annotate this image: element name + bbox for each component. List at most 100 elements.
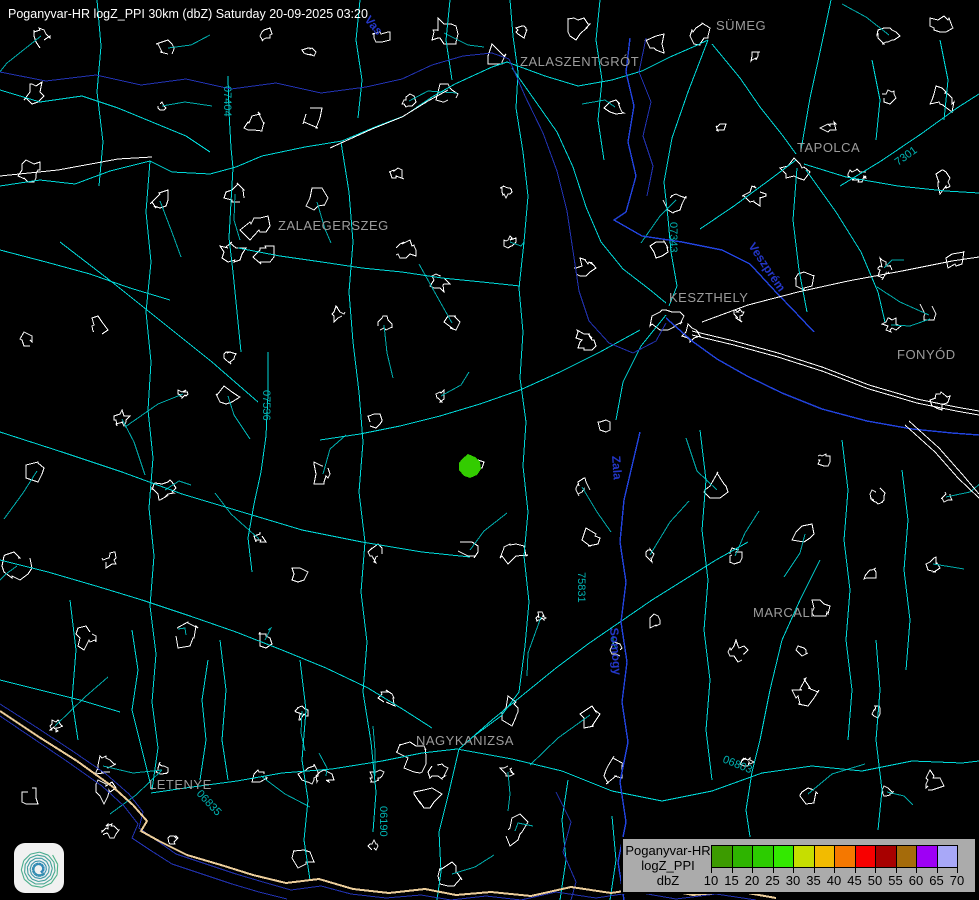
settlement-outline [150, 190, 168, 208]
road-number-label: 06190 [377, 806, 389, 837]
minor-road [933, 564, 964, 569]
city-outline [812, 600, 830, 616]
minor-road [444, 33, 484, 47]
minor-road [582, 487, 611, 532]
settlement-outline [114, 410, 130, 426]
minor-road [323, 435, 346, 474]
settlement-outline [96, 756, 116, 774]
legend-product: logZ_PPI [625, 858, 711, 873]
settlement-outline [254, 532, 266, 542]
legend-color-cell [896, 845, 918, 868]
legend-tick-label: 65 [926, 873, 948, 888]
settlement-outline [92, 316, 108, 334]
settlement-outline [26, 462, 44, 482]
settlement-outline [574, 258, 596, 276]
county-label: Somogy [607, 627, 624, 676]
settlement-outline [882, 90, 896, 104]
legend-color-cell [937, 845, 959, 868]
settlement-outline [650, 614, 660, 628]
legend-tick-label: 15 [721, 873, 743, 888]
settlement-outline [292, 568, 308, 582]
legend-tick-label: 30 [782, 873, 804, 888]
spiral-segment [35, 861, 40, 862]
city-label: SÜMEG [716, 18, 766, 33]
spiral-segment [57, 864, 58, 875]
minor-road [103, 766, 162, 773]
settlement-outline [436, 390, 444, 402]
city-outline [240, 216, 270, 240]
settlement-outline [316, 770, 334, 782]
settlement-outline [882, 786, 893, 796]
settlement-outline [224, 183, 244, 202]
settlement-outline [598, 420, 610, 432]
settlement-outline [102, 552, 116, 568]
spiral-segment [33, 870, 34, 873]
legend-tick-label: 20 [741, 873, 763, 888]
legend-tick-label: 50 [864, 873, 886, 888]
minor-road [178, 628, 186, 635]
settlement-outline [156, 40, 174, 54]
legend-color-cell [773, 845, 795, 868]
settlement-outline [576, 478, 590, 496]
minor-road [160, 201, 181, 257]
minor-road [0, 566, 17, 590]
settlement-outline [20, 332, 32, 346]
minor-road [55, 677, 108, 726]
legend-tick-label: 10 [700, 873, 722, 888]
settlement-outline [302, 48, 316, 56]
settlement-outline [303, 108, 322, 128]
settlement-outline [76, 626, 96, 650]
city-outline [650, 241, 668, 258]
radar-display: VeszprémSomogyZalaVas 073430740407536758… [0, 0, 979, 900]
radar-echo [459, 454, 481, 478]
road-number-label: 06835 [194, 788, 224, 819]
minor-road [234, 194, 240, 240]
settlement-outline [582, 528, 600, 546]
city-outline [298, 764, 318, 784]
legend-color-cell [814, 845, 836, 868]
settlement-outline [792, 678, 819, 706]
settlement-outline [604, 100, 624, 114]
legend-tick-label: 70 [946, 873, 968, 888]
legend-text: Poganyvar-HR logZ_PPI dbZ [625, 843, 711, 888]
city-outline [220, 242, 246, 262]
settlement-outline [22, 788, 38, 804]
settlement-outline [306, 188, 328, 210]
minor-road [735, 511, 759, 556]
minor-road [582, 100, 615, 107]
road-number-label: 07536 [260, 390, 272, 421]
settlement-outline [645, 34, 664, 53]
settlement-outline [396, 240, 416, 258]
settlement-outline [253, 246, 274, 264]
minor-road [650, 501, 689, 555]
settlement-outline [926, 770, 944, 790]
settlement-outline [716, 124, 726, 131]
road-number-label: 75831 [575, 572, 587, 603]
settlement-outline [428, 764, 448, 779]
legend-color-cell [793, 845, 815, 868]
settlement-outline [244, 112, 264, 131]
minor-road [319, 753, 327, 776]
county-label: Zala [609, 455, 625, 480]
legend-tick-label: 60 [905, 873, 927, 888]
settlement-outline [389, 168, 404, 179]
settlement-outline [368, 414, 382, 428]
settlement-outline [568, 18, 590, 40]
settlement-outline [18, 160, 40, 182]
settlement-outline [728, 640, 748, 662]
settlement-outline [368, 544, 382, 563]
legend-color-cell [711, 845, 733, 868]
road-number-label: 07343 [667, 222, 679, 253]
minor-road [508, 772, 510, 811]
legend-tick-label: 45 [844, 873, 866, 888]
spiral-segment [43, 869, 44, 871]
road-path [616, 0, 979, 890]
settlement-outline [796, 646, 808, 656]
settlement-outline [176, 622, 198, 648]
legend-color-cell [855, 845, 877, 868]
settlement-outline [870, 488, 885, 504]
city-label: FONYÓD [897, 347, 956, 362]
settlement-outline [260, 28, 272, 41]
settlement-outline [576, 330, 596, 350]
hurricane-logo-icon [14, 843, 66, 895]
